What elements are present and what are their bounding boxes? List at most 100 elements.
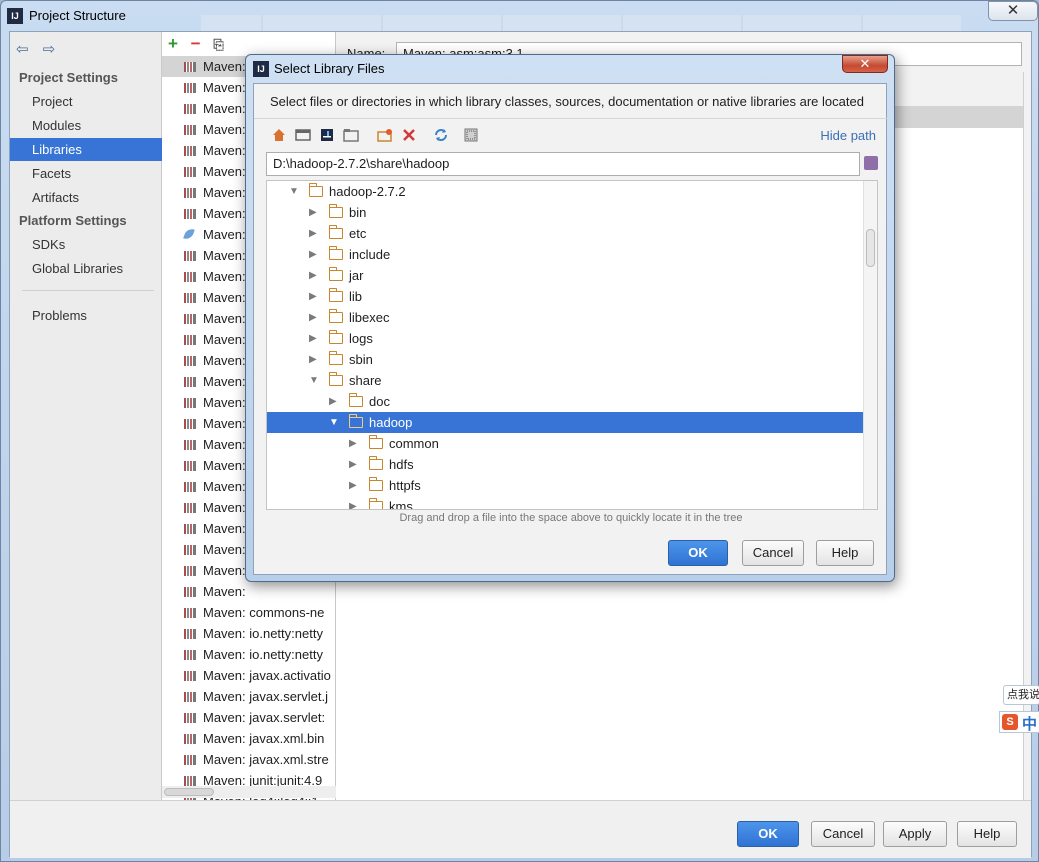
tree-node[interactable]: ▶ kms <box>267 496 863 510</box>
collapsed-arrow-icon[interactable]: ▶ <box>309 328 321 349</box>
path-history-icon[interactable] <box>864 156 878 170</box>
dialog-close-button[interactable]: ✕ <box>842 55 888 73</box>
new-folder-icon[interactable] <box>376 126 394 144</box>
help-button[interactable]: Help <box>957 821 1017 847</box>
library-icon <box>184 146 196 156</box>
tree-node[interactable]: ▶ logs <box>267 328 863 349</box>
collapsed-arrow-icon[interactable]: ▶ <box>309 265 321 286</box>
module-icon[interactable] <box>342 126 360 144</box>
dialog-ok-button[interactable]: OK <box>668 540 728 566</box>
collapsed-arrow-icon[interactable]: ▶ <box>349 475 361 496</box>
project-icon[interactable] <box>318 126 336 144</box>
collapsed-arrow-icon[interactable]: ▶ <box>309 223 321 244</box>
hide-path-link[interactable]: Hide path <box>820 128 876 143</box>
library-icon <box>184 776 196 786</box>
library-row[interactable]: Maven: javax.activatio <box>162 665 336 686</box>
tree-node[interactable]: ▶ jar <box>267 265 863 286</box>
library-row[interactable]: Maven: commons-ne <box>162 602 336 623</box>
library-icon <box>184 713 196 723</box>
expanded-arrow-icon[interactable]: ▼ <box>289 181 301 202</box>
delete-icon[interactable] <box>400 126 418 144</box>
desktop-icon[interactable] <box>294 126 312 144</box>
tree-node[interactable]: ▶ lib <box>267 286 863 307</box>
path-field[interactable]: D:\hadoop-2.7.2\share\hadoop <box>266 152 860 176</box>
tree-node[interactable]: ▶ bin <box>267 202 863 223</box>
library-row[interactable]: Maven: <box>162 581 336 602</box>
tree-node[interactable]: ▶ hdfs <box>267 454 863 475</box>
home-icon[interactable] <box>270 126 288 144</box>
nav-item-sdks[interactable]: SDKs <box>10 233 162 256</box>
ok-button[interactable]: OK <box>737 821 799 847</box>
feather-library-icon <box>184 230 196 240</box>
window-close-button[interactable]: ✕ <box>988 1 1038 21</box>
refresh-icon[interactable] <box>432 126 450 144</box>
ime-widget[interactable]: 点我说 S 中 <box>999 685 1039 733</box>
library-row[interactable]: Maven: javax.xml.bin <box>162 728 336 749</box>
library-row-label: Maven: commons-ne <box>203 605 325 620</box>
collapsed-arrow-icon[interactable]: ▶ <box>329 391 341 412</box>
file-tree-scrollbar[interactable] <box>863 181 877 509</box>
tree-node[interactable]: ▶ doc <box>267 391 863 412</box>
folder-icon <box>368 477 383 491</box>
tree-node-label: kms <box>389 499 413 510</box>
apply-button[interactable]: Apply <box>883 821 947 847</box>
nav-item-modules[interactable]: Modules <box>10 114 162 137</box>
library-row[interactable]: Maven: io.netty:netty <box>162 644 336 665</box>
folder-icon <box>328 372 343 386</box>
expanded-arrow-icon[interactable]: ▼ <box>309 370 321 391</box>
file-tree: ▼ hadoop-2.7.2 ▶ bin ▶ etc ▶ include ▶ jar ▶ lib ▶ li… <box>266 180 878 510</box>
library-icon <box>184 608 196 618</box>
copy-library-icon[interactable]: ⎘ <box>213 37 223 52</box>
collapsed-arrow-icon[interactable]: ▶ <box>309 202 321 223</box>
forward-arrow-icon[interactable]: ⇨ <box>43 41 56 58</box>
dialog-cancel-button[interactable]: Cancel <box>742 540 804 566</box>
ime-mode-indicator[interactable]: 中 <box>1022 713 1037 734</box>
expanded-arrow-icon[interactable]: ▼ <box>329 412 341 433</box>
project-settings-heading: Project Settings <box>19 70 118 85</box>
cancel-button[interactable]: Cancel <box>811 821 875 847</box>
nav-item-problems[interactable]: Problems <box>10 304 162 327</box>
ime-tip[interactable]: 点我说 <box>1003 685 1039 705</box>
collapsed-arrow-icon[interactable]: ▶ <box>349 454 361 475</box>
remove-library-icon[interactable]: − <box>191 34 201 53</box>
tree-node[interactable]: ▶ etc <box>267 223 863 244</box>
intellij-dialog-icon: IJ <box>253 61 269 77</box>
ime-toolbar[interactable]: S 中 <box>999 711 1039 733</box>
library-row[interactable]: Maven: javax.servlet.j <box>162 686 336 707</box>
library-icon <box>184 503 196 513</box>
tree-node[interactable]: ▶ sbin <box>267 349 863 370</box>
tree-node[interactable]: ▼ hadoop-2.7.2 <box>267 181 863 202</box>
add-library-icon[interactable]: + <box>168 34 178 53</box>
dialog-help-button[interactable]: Help <box>816 540 874 566</box>
tree-node-label: hdfs <box>389 457 414 472</box>
scrollbar-thumb[interactable] <box>866 229 875 267</box>
tree-node[interactable]: ▶ include <box>267 244 863 265</box>
library-icon <box>184 125 196 135</box>
libraries-horizontal-scrollbar[interactable] <box>162 786 336 798</box>
tree-node[interactable]: ▶ common <box>267 433 863 454</box>
folder-icon <box>328 267 343 281</box>
collapsed-arrow-icon[interactable]: ▶ <box>309 349 321 370</box>
tree-node[interactable]: ▼ hadoop <box>267 412 863 433</box>
library-icon <box>184 335 196 345</box>
nav-item-global-libraries[interactable]: Global Libraries <box>10 257 162 280</box>
library-row[interactable]: Maven: javax.xml.stre <box>162 749 336 770</box>
scrollbar-thumb[interactable] <box>164 788 214 796</box>
collapsed-arrow-icon[interactable]: ▶ <box>349 496 361 509</box>
nav-item-artifacts[interactable]: Artifacts <box>10 186 162 209</box>
tree-node[interactable]: ▶ libexec <box>267 307 863 328</box>
collapsed-arrow-icon[interactable]: ▶ <box>309 307 321 328</box>
nav-item-project[interactable]: Project <box>10 90 162 113</box>
tree-node[interactable]: ▶ httpfs <box>267 475 863 496</box>
collapsed-arrow-icon[interactable]: ▶ <box>349 433 361 454</box>
back-arrow-icon[interactable]: ⇦ <box>16 41 29 58</box>
library-icon <box>184 188 196 198</box>
collapsed-arrow-icon[interactable]: ▶ <box>309 244 321 265</box>
show-hidden-files-icon[interactable] <box>462 126 480 144</box>
library-row[interactable]: Maven: io.netty:netty <box>162 623 336 644</box>
nav-item-libraries[interactable]: Libraries <box>10 138 162 161</box>
library-row[interactable]: Maven: javax.servlet: <box>162 707 336 728</box>
tree-node[interactable]: ▼ share <box>267 370 863 391</box>
collapsed-arrow-icon[interactable]: ▶ <box>309 286 321 307</box>
nav-item-facets[interactable]: Facets <box>10 162 162 185</box>
